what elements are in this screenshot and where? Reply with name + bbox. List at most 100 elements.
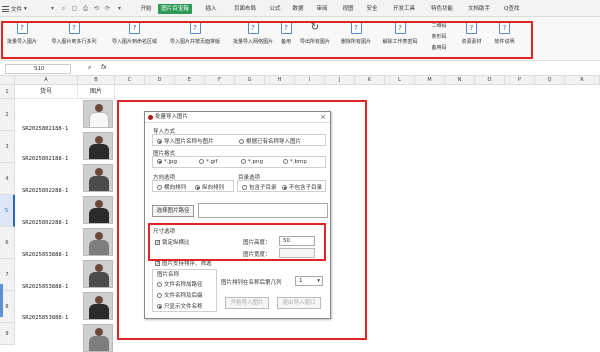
column-header-i[interactable]: I xyxy=(295,76,325,85)
software-help-button[interactable]: ? 软件说明 xyxy=(489,22,520,56)
row-header-selected[interactable]: 5 xyxy=(0,195,15,227)
position-column-select[interactable]: 1 ▾ xyxy=(295,276,323,286)
start-import-button[interactable]: 开始导入图片 xyxy=(225,297,269,309)
name-box[interactable]: S10 xyxy=(5,64,71,74)
column-header-o[interactable]: O xyxy=(475,76,505,85)
close-icon[interactable]: × xyxy=(320,112,326,123)
menu-developer-tools[interactable]: 开发工具 xyxy=(389,4,419,14)
backup-code-button[interactable]: 备用码 xyxy=(429,44,449,52)
menu-security[interactable]: 安全 xyxy=(364,4,380,14)
sku-cell[interactable]: SR2025853888-1 xyxy=(22,252,68,258)
file-menu[interactable]: 文件 ▾ xyxy=(2,3,44,14)
barcode-button[interactable]: 条形码 xyxy=(429,33,449,41)
redo-icon[interactable]: ⟳ xyxy=(103,4,112,13)
image-height-input[interactable]: 50 xyxy=(279,236,315,246)
name-with-path-radio[interactable]: 文件名称加路径 xyxy=(157,280,203,288)
search-box[interactable]: Q查找 xyxy=(504,4,528,14)
format-png-radio[interactable]: *.png xyxy=(241,159,263,165)
mode-existing-name-radio[interactable]: 根据已有名称导入图片 xyxy=(239,137,301,145)
menu-document-assistant[interactable]: 文档助手 xyxy=(464,4,494,14)
format-jpg-radio[interactable]: *.jpg xyxy=(157,159,177,165)
image-path-input[interactable] xyxy=(198,203,328,218)
sku-cell[interactable]: SR2025802188-1 xyxy=(22,156,68,162)
qrcode-button[interactable]: 二维码 xyxy=(429,22,449,30)
undo-icon[interactable]: ⟲ xyxy=(92,4,101,13)
sku-cell[interactable]: SR2025853888-1 xyxy=(22,315,68,321)
delete-all-images-button[interactable]: ? 删除所有图片 xyxy=(337,22,375,56)
import-images-page-layout-button[interactable]: ? 导入图片并按页面排版 xyxy=(164,22,226,56)
fx-icon[interactable]: fx xyxy=(101,64,107,71)
select-image-path-button[interactable]: 选择图片路径 xyxy=(152,205,194,217)
menu-data[interactable]: 数据 xyxy=(290,4,306,14)
menu-insert[interactable]: 插入 xyxy=(203,4,219,14)
column-header-k[interactable]: K xyxy=(355,76,385,85)
menu-formula[interactable]: 公式 xyxy=(267,4,283,14)
direction-vertical-radio[interactable]: 纵向排列 xyxy=(195,183,224,191)
column-header-l[interactable]: L xyxy=(385,76,415,85)
column-header-j[interactable]: J xyxy=(325,76,355,85)
row-header[interactable]: 9 xyxy=(0,323,15,345)
mode-name-and-image-radio[interactable]: 导入图片名称与图片 xyxy=(157,137,214,145)
magnifier-icon[interactable]: ⌕ xyxy=(88,64,91,72)
batch-import-images-button[interactable]: ? 批量导入图片 xyxy=(3,22,41,56)
column-header-b[interactable]: B xyxy=(78,76,115,85)
sku-cell[interactable]: SR2025802188-1 xyxy=(22,126,68,132)
column-header-g[interactable]: G xyxy=(235,76,265,85)
print-icon[interactable]: ⎙ xyxy=(81,4,90,13)
menu-special-features[interactable]: 特色功能 xyxy=(427,4,457,14)
menu-review[interactable]: 审阅 xyxy=(314,4,330,14)
product-thumbnail[interactable] xyxy=(83,228,113,256)
product-thumbnail[interactable] xyxy=(83,164,113,192)
column-header-c[interactable]: C xyxy=(115,76,145,85)
lock-aspect-ratio-checkbox[interactable]: ✓ 锁定纵横比 xyxy=(155,238,190,246)
format-bmp-radio[interactable]: *.bmp xyxy=(283,159,307,165)
exit-import-window-button[interactable]: 退出导入窗口 xyxy=(277,297,321,309)
sku-cell[interactable]: SR2025853888-1 xyxy=(22,284,68,290)
product-thumbnail[interactable] xyxy=(83,292,113,320)
search-icon[interactable]: ⌕ xyxy=(59,4,68,13)
backup-button[interactable]: ? 备用 xyxy=(280,22,292,56)
sku-cell[interactable]: SR2025802288-1 xyxy=(22,220,68,226)
row-header[interactable]: 2 xyxy=(0,99,15,131)
batch-import-web-images-button[interactable]: ? 批量导入网络图片 xyxy=(228,22,278,56)
header-cell-image[interactable]: 图片 xyxy=(78,85,115,99)
column-header-p[interactable]: P xyxy=(505,76,535,85)
column-header-q[interactable]: Q xyxy=(535,76,565,85)
format-gif-radio[interactable]: *.gif xyxy=(199,159,217,165)
menu-page-layout[interactable]: 页面布局 xyxy=(230,4,260,14)
include-subfolders-radio[interactable]: 包含子目录 xyxy=(242,183,277,191)
column-header-d[interactable]: D xyxy=(145,76,175,85)
unlock-sheet-password-button[interactable]: ? 解除工作表密码 xyxy=(378,22,422,56)
column-header-f[interactable]: F xyxy=(205,76,235,85)
column-header-r[interactable]: R xyxy=(565,76,600,85)
import-images-multi-grid-button[interactable]: ? 导入图片到多行多列 xyxy=(43,22,105,56)
header-cell-sku[interactable]: 货号 xyxy=(15,85,78,99)
menu-image-toolbox[interactable]: 图片百宝箱 xyxy=(158,4,192,14)
column-header-a[interactable]: A xyxy=(15,76,78,85)
product-thumbnail[interactable] xyxy=(83,100,113,128)
sku-cell[interactable]: SR2025802288-1 xyxy=(22,188,68,194)
exclude-subfolders-radio[interactable]: 不包含子目录 xyxy=(282,183,322,191)
product-thumbnail[interactable] xyxy=(83,132,113,160)
menu-view[interactable]: 视图 xyxy=(340,4,356,14)
image-width-input[interactable] xyxy=(279,248,315,258)
product-thumbnail[interactable] xyxy=(83,260,113,288)
row-header[interactable]: 1 xyxy=(0,85,15,99)
row-header[interactable]: 4 xyxy=(0,163,15,195)
column-header-m[interactable]: M xyxy=(415,76,445,85)
column-header-e[interactable]: E xyxy=(175,76,205,85)
direction-horizontal-radio[interactable]: 横向排列 xyxy=(157,183,186,191)
resource-materials-button[interactable]: ? 资源素材 xyxy=(456,22,487,56)
save-icon[interactable]: ▢ xyxy=(70,4,79,13)
row-header[interactable]: 6 xyxy=(0,227,15,259)
name-with-extension-radio[interactable]: 文件名称及后缀 xyxy=(157,291,203,299)
more-icon[interactable]: ▾ xyxy=(115,4,124,13)
sort-filter-checkbox[interactable]: ✓ 图片支持排序、筛选 xyxy=(155,259,212,267)
menu-start[interactable]: 开始 xyxy=(138,4,154,14)
export-all-images-button[interactable]: ↻ 导出所有图片 xyxy=(296,22,334,56)
column-header-h[interactable]: H xyxy=(265,76,295,85)
quick-access-dropdown-icon[interactable]: ▾ xyxy=(48,4,57,13)
name-only-radio[interactable]: 只显示文件名称 xyxy=(157,302,203,310)
import-images-named-range-button[interactable]: ? 导入图片到命名区域 xyxy=(107,22,162,56)
row-header[interactable]: 3 xyxy=(0,131,15,163)
